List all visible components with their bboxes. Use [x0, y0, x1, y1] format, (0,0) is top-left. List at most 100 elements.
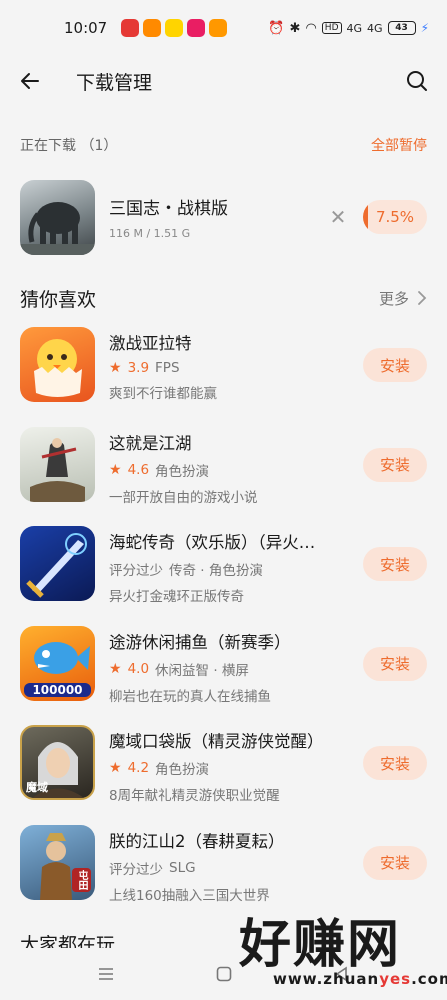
triangle-back-icon	[335, 966, 347, 982]
more-button[interactable]: 更多	[379, 288, 427, 309]
download-info: 三国志・战棋版 116 M / 1.51 G	[109, 194, 323, 240]
menu-icon	[98, 968, 113, 980]
recommend-title: 猜你喜欢	[20, 288, 97, 311]
notification-app-icon	[121, 19, 140, 37]
list-item[interactable]: 魔域 魔域口袋版（精灵游侠觉醒） ★ 4.2 角色扮演 8周年献礼精灵游侠职业觉…	[20, 725, 427, 825]
progress-text: 7.5%	[375, 208, 415, 226]
app-description: 异火打金魂环正版传奇	[109, 589, 244, 606]
app-info: 激战亚拉特 ★ 3.9 FPS 爽到不行谁都能赢	[109, 327, 353, 402]
recommend-list: 激战亚拉特 ★ 3.9 FPS 爽到不行谁都能赢 安装 这就是江湖 ★ 4.6	[20, 327, 427, 925]
app-description: 上线160抽融入三国大世界	[109, 887, 270, 904]
next-section-title: 大家都在玩	[20, 934, 116, 948]
app-info: 海蛇传奇（欢乐版）（异火… 评分过少 传奇 · 角色扮演 异火打金魂环正版传奇	[109, 526, 353, 605]
download-item[interactable]: 三国志・战棋版 116 M / 1.51 G ✕ 7.5%	[20, 178, 427, 256]
status-app-icons	[121, 19, 228, 37]
more-label: 更多	[378, 289, 409, 308]
app-tags: 休闲益智 · 横屏	[155, 662, 249, 679]
page-title: 下载管理	[76, 71, 153, 94]
star-icon: ★	[109, 360, 122, 376]
app-description: 8周年献礼精灵游侠职业觉醒	[109, 788, 280, 805]
close-icon: ✕	[329, 205, 347, 229]
app-icon	[20, 327, 95, 402]
icon-badge-text: 屯田	[72, 867, 91, 892]
app-info: 魔域口袋版（精灵游侠觉醒） ★ 4.2 角色扮演 8周年献礼精灵游侠职业觉醒	[109, 725, 353, 804]
app-description: 柳岩也在玩的真人在线捕鱼	[109, 688, 271, 705]
app-info: 这就是江湖 ★ 4.6 角色扮演 一部开放自由的游戏小说	[109, 427, 353, 506]
install-button[interactable]: 安装	[363, 845, 427, 880]
app-description: 爽到不行谁都能赢	[109, 386, 217, 402]
app-tags: SLG	[169, 859, 196, 876]
swordsman-icon	[30, 437, 85, 502]
app-rating: 评分过少	[109, 861, 163, 878]
app-icon	[20, 179, 95, 255]
icon-badge-text: 魔域	[26, 781, 48, 795]
wifi-icon: ◠	[305, 20, 317, 36]
back-nav-button[interactable]	[332, 964, 352, 984]
app-icon	[20, 426, 95, 502]
app-name: 海蛇传奇（欢乐版）（异火…	[109, 533, 316, 553]
download-progress-button[interactable]: 7.5%	[363, 200, 427, 234]
app-rating: 4.0	[127, 660, 150, 677]
bluetooth-icon: ✱	[289, 20, 301, 36]
back-button[interactable]	[18, 61, 58, 101]
status-bar: 10:07 ⏰ ✱ ◠ HD 4G 4G 43 ⚡	[0, 0, 447, 56]
list-item[interactable]: 海蛇传奇（欢乐版）（异火… 评分过少 传奇 · 角色扮演 异火打金魂环正版传奇 …	[20, 526, 427, 626]
app-tags: 角色扮演	[155, 463, 210, 480]
app-rating: 4.2	[127, 760, 150, 777]
download-app-name: 三国志・战棋版	[109, 199, 228, 219]
search-button[interactable]	[389, 61, 429, 101]
elephant-art-icon	[20, 201, 95, 255]
alarm-icon: ⏰	[268, 20, 285, 36]
install-button[interactable]: 安装	[363, 547, 427, 582]
app-icon: 屯田	[20, 824, 95, 900]
app-name: 魔域口袋版（精灵游侠觉醒）	[109, 732, 324, 752]
list-item[interactable]: 这就是江湖 ★ 4.6 角色扮演 一部开放自由的游戏小说 安装	[20, 426, 427, 527]
app-name: 途游休闲捕鱼（新赛季）	[109, 632, 291, 652]
charging-icon: ⚡	[420, 21, 429, 35]
install-button[interactable]: 安装	[363, 746, 427, 781]
battery-icon: 43	[387, 21, 416, 35]
app-rating: 4.6	[127, 461, 150, 478]
app-icon	[20, 526, 95, 602]
home-button[interactable]	[214, 964, 234, 984]
app-meta: ★ 4.2 角色扮演	[109, 758, 353, 778]
list-item[interactable]: 屯田 朕的江山2（春耕夏耘） 评分过少 SLG 上线160抽融入三国大世界 安装	[20, 824, 427, 925]
app-meta: 评分过少 传奇 · 角色扮演	[109, 559, 353, 579]
recommend-header: 猜你喜欢 更多	[20, 283, 427, 313]
home-square-icon	[216, 966, 231, 982]
notification-app-icon	[187, 19, 206, 37]
app-meta: ★ 4.0 休闲益智 · 横屏	[109, 659, 353, 679]
install-button[interactable]: 安装	[363, 447, 427, 482]
status-time: 10:07	[64, 19, 108, 37]
app-icon: 100000	[20, 625, 95, 701]
app-tags: 传奇 · 角色扮演	[169, 563, 263, 580]
downloading-label: 正在下载 （1）	[20, 138, 118, 154]
menu-button[interactable]	[96, 964, 116, 984]
app-header: 下载管理	[0, 56, 447, 106]
system-nav-bar	[0, 948, 447, 1000]
back-arrow-icon	[21, 73, 39, 89]
cancel-download-button[interactable]: ✕	[323, 202, 353, 232]
install-button[interactable]: 安装	[363, 646, 427, 681]
download-size: 116 M / 1.51 G	[109, 227, 191, 240]
notification-app-icon	[209, 19, 228, 37]
install-button[interactable]: 安装	[363, 348, 427, 382]
signal-icon: 4G	[367, 21, 383, 35]
app-name: 激战亚拉特	[109, 334, 192, 353]
chevron-right-icon	[418, 291, 427, 305]
icon-badge-text: 100000	[24, 682, 91, 697]
app-name: 朕的江山2（春耕夏耘）	[109, 831, 285, 851]
app-name: 这就是江湖	[109, 433, 192, 453]
app-meta: ★ 4.6 角色扮演	[109, 460, 353, 480]
chick-egg-icon	[34, 339, 82, 397]
app-meta: ★ 3.9 FPS	[109, 360, 353, 376]
app-tags: FPS	[155, 360, 180, 376]
list-item[interactable]: 激战亚拉特 ★ 3.9 FPS 爽到不行谁都能赢 安装	[20, 327, 427, 427]
status-system-icons: ⏰ ✱ ◠ HD 4G 4G 43 ⚡	[268, 21, 429, 36]
app-rating: 3.9	[127, 360, 150, 376]
star-icon: ★	[109, 660, 122, 677]
list-item[interactable]: 100000 途游休闲捕鱼（新赛季） ★ 4.0 休闲益智 · 横屏 柳岩也在玩…	[20, 625, 427, 726]
sword-icon	[26, 533, 87, 598]
progress-fill	[363, 200, 368, 234]
pause-all-button[interactable]: 全部暂停	[371, 135, 427, 155]
